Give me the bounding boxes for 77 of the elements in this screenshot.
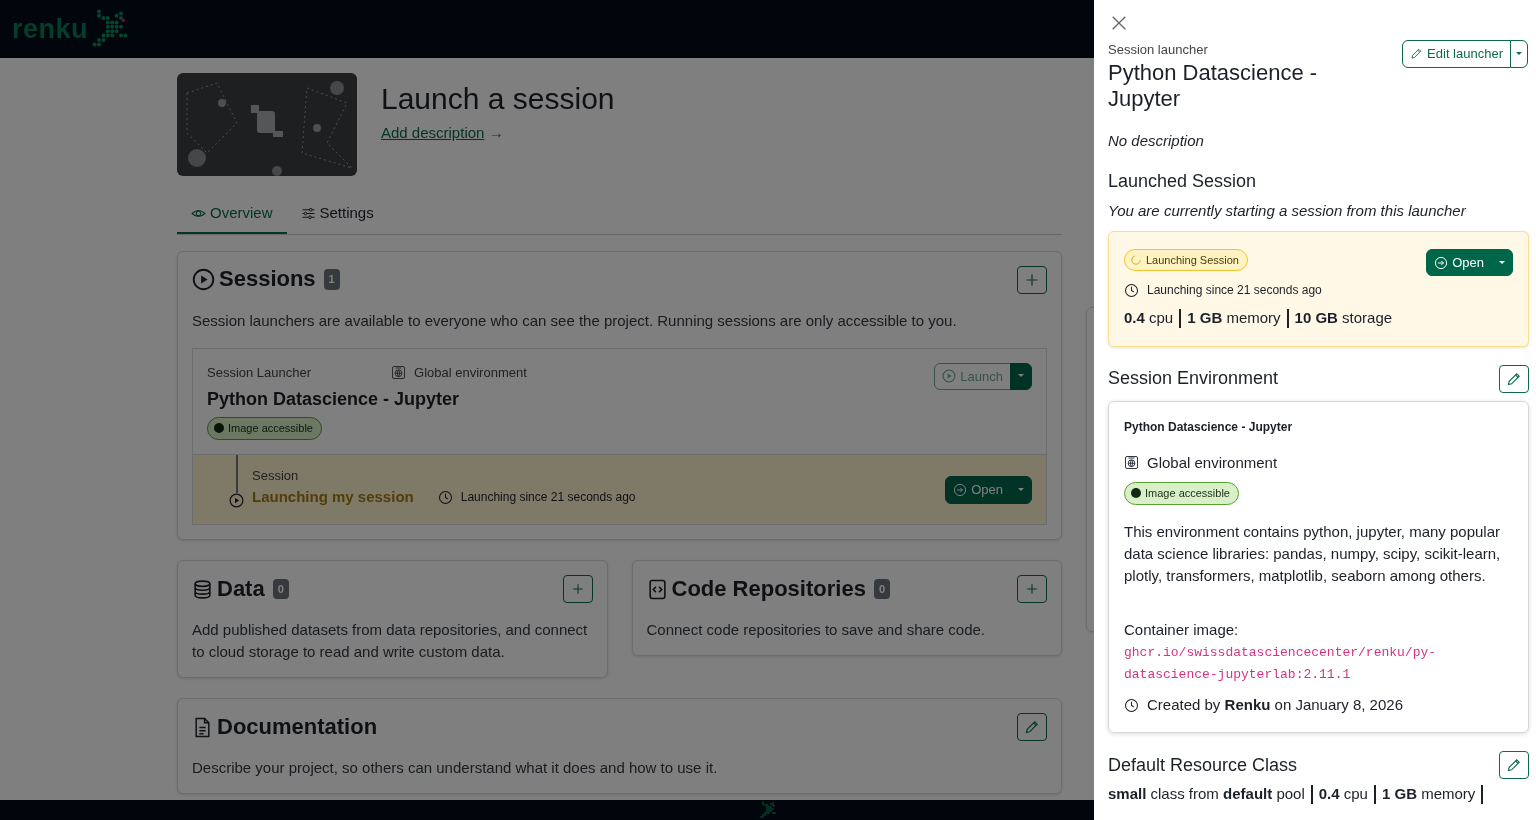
arrow-text: → [488,124,504,141]
count-badge: 0 [272,579,289,600]
environment-description: This environment contains python, jupyter, many popular data science libraries: pandas, numpy, scipy, scikit-learn, plotly, transformers, matplotlib, seaborn among others. [1124,522,1502,587]
arrow-circle-icon [1434,255,1449,270]
launcher-name: Python Datascience - Jupyter [207,388,461,411]
panel-title: Python Datascience - Jupyter [1108,59,1319,113]
globe-icon [1124,455,1139,471]
clock-icon [437,489,453,505]
resource-text: 0.4 cpu [1318,784,1368,805]
pencil-icon [1506,370,1522,387]
section-title: Code Repositories [671,576,866,603]
panel-label: Session launcher [1108,41,1209,59]
clock-icon [1124,282,1139,298]
resource-text: 10 GB storage [1294,308,1393,329]
edit-button[interactable] [1499,364,1529,393]
resource-text: 0.4 cpu [1124,308,1174,329]
count-badge: 0 [873,579,890,600]
section-description: Connect code repositories to save and share code. [646,620,987,641]
created-info: Created by Renku on January 8, 2026 [1147,694,1403,715]
globe-icon [391,364,407,380]
environment-name: Python Datascience - Jupyter [1124,418,1294,436]
edit-button[interactable] [1499,751,1529,780]
status-badge: Launching Session [1124,248,1248,272]
arrow-circle-icon [953,482,968,497]
spinner-icon [1130,254,1142,267]
section-subtitle: You are currently starting a session from this launcher [1108,201,1467,222]
add-description-link[interactable]: Add description [381,124,485,141]
status-badge: Image accessible [207,417,322,440]
clock-icon [1124,697,1139,713]
section-title: Launched Session [1108,170,1258,193]
environment-type: Global environment [1147,452,1278,473]
add-button[interactable] [1017,265,1047,294]
add-button[interactable] [1017,575,1047,604]
page-title: Launch a session [381,81,615,117]
section-title: Data [217,576,265,603]
container-label: Container image: [1124,620,1240,641]
section-title: Session Environment [1108,367,1279,390]
open-button[interactable]: Open [1426,248,1492,277]
open-button[interactable]: Open [945,476,1011,504]
resource-text: 1 GB memory [1381,784,1476,805]
database-icon [192,578,213,600]
environment-type: Global environment [414,363,527,382]
document-icon [192,716,213,738]
code-file-icon [646,578,668,600]
section-description: Describe your project, so others can understand what it does and how to use it. [192,758,719,779]
sliders-icon [300,205,316,221]
count-badge: 1 [323,269,340,290]
section-title: Sessions [219,266,316,293]
play-circle-icon [229,493,244,509]
launcher-description: No description [1108,131,1205,152]
pencil-icon [1024,719,1040,736]
tab[interactable]: Settings [286,196,388,234]
resource-text: small class from default pool [1108,784,1305,805]
tab[interactable]: Overview [177,196,287,234]
resource-text: 1 GB memory [1187,308,1281,329]
session-status: Launching since 21 seconds ago [460,489,636,506]
section-title: Default Resource Class [1108,754,1298,777]
frog-icon [758,800,778,820]
dropdown-button[interactable] [1491,248,1513,277]
edit-launcher-button[interactable]: Edit launcher [1402,40,1511,68]
launch-time: Launching since 21 seconds ago [1147,282,1322,300]
dropdown-button[interactable] [1510,40,1528,68]
dropdown-button[interactable] [1010,362,1032,390]
pencil-icon [1506,757,1522,774]
session-name: Launching my session [252,486,414,507]
section-description: Add published datasets from data repositories, and connect to cloud storage to read and write custom data. [192,620,589,663]
pencil-icon [1410,47,1424,61]
container-image: ghcr.io/swissdatasciencecenter/renku/py-datascience-jupyterlab:2.11.1 [1124,643,1438,684]
edit-button[interactable] [1017,713,1047,742]
launcher-label: Session Launcher [207,363,312,382]
status-badge: Image accessible [1124,482,1239,505]
section-description: Session launchers are available to everyone who can see the project. Running sessions are only accessible to you. [192,310,958,331]
section-title: Documentation [217,714,378,741]
dropdown-button[interactable] [1010,476,1032,504]
play-circle-icon [192,268,215,291]
session-label: Session [252,467,300,486]
add-button[interactable] [562,575,593,604]
